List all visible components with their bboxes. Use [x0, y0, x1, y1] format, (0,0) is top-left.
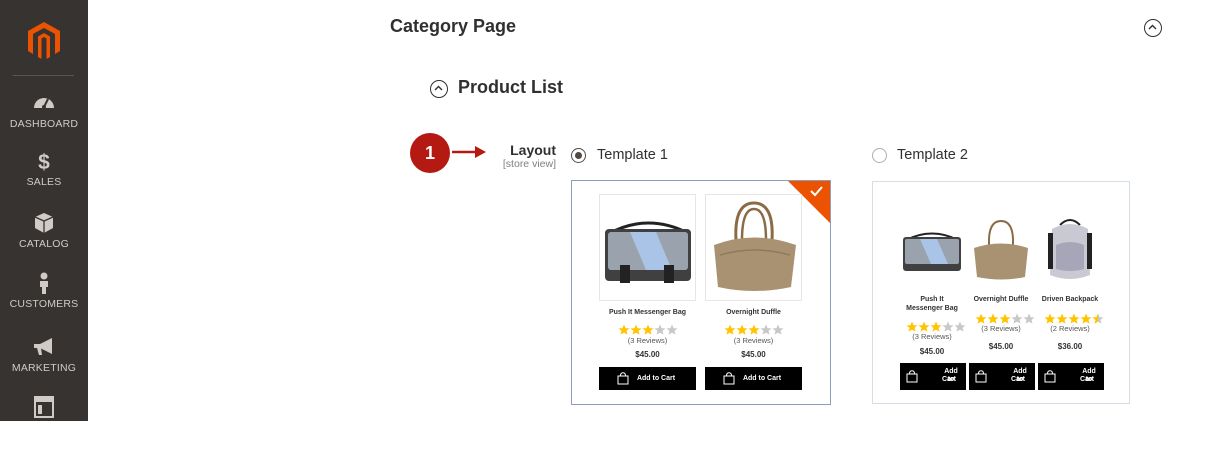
sidebar-item-marketing[interactable]: MARKETING: [0, 336, 88, 396]
product-reviews-link[interactable]: (3 Reviews): [969, 324, 1033, 333]
template-1-radio[interactable]: [571, 148, 586, 163]
product-reviews-link[interactable]: (3 Reviews): [900, 332, 964, 341]
magento-logo-icon[interactable]: [24, 20, 64, 60]
template-2-radio[interactable]: [872, 148, 887, 163]
sidebar-item-customers[interactable]: CUSTOMERS: [0, 272, 88, 332]
sidebar-item-label: SALES: [26, 176, 62, 188]
sidebar-item-label: CUSTOMERS: [9, 298, 79, 310]
product-name[interactable]: Driven Backpack: [1038, 295, 1102, 304]
product-price: $45.00: [741, 350, 766, 359]
sidebar-item-catalog[interactable]: CATALOG: [0, 212, 88, 272]
product-price: $45.00: [635, 350, 660, 359]
shopping-bag-icon: [906, 370, 918, 383]
dollar-icon: $: [38, 151, 50, 172]
add-to-cart-button[interactable]: Add to Cart: [969, 363, 1035, 390]
shopping-bag-icon: [975, 370, 987, 383]
chevron-up-icon[interactable]: [430, 80, 448, 98]
product-image-backpack: [1038, 215, 1102, 287]
sidebar-divider: [13, 75, 74, 76]
add-to-cart-button[interactable]: Add to Cart: [705, 367, 802, 390]
template-2-label[interactable]: Template 2: [897, 147, 968, 163]
shopping-bag-icon: [617, 372, 629, 385]
product-name[interactable]: Overnight Duffle: [705, 308, 802, 317]
arrow-right-icon: [452, 146, 486, 158]
product-price: $45.00: [919, 347, 945, 356]
add-to-cart-label: Add to Cart: [942, 368, 958, 383]
person-icon: [40, 272, 48, 294]
content-icon: [34, 396, 54, 418]
add-to-cart-label: Add to Cart: [742, 375, 782, 382]
sidebar-item-label: CATALOG: [18, 238, 70, 250]
product-price: $45.00: [988, 342, 1014, 351]
product-price: $36.00: [1057, 342, 1083, 351]
subsection-title[interactable]: Product List: [458, 77, 563, 98]
sidebar-item-label: DASHBOARD: [9, 118, 79, 130]
add-to-cart-button[interactable]: Add to Cart: [599, 367, 696, 390]
template-1-label[interactable]: Template 1: [597, 147, 668, 163]
sidebar-item-sales[interactable]: $ SALES: [0, 150, 88, 210]
rating-stars-icon: [975, 313, 1035, 324]
rating-stars-icon: [906, 321, 966, 332]
sidebar-item-dashboard[interactable]: DASHBOARD: [0, 92, 88, 152]
product-reviews-link[interactable]: (2 Reviews): [1038, 324, 1102, 333]
product-image-duffle: [969, 215, 1033, 287]
admin-sidebar: DASHBOARD $ SALES CATALOG CUSTOMERS MARK…: [0, 0, 88, 421]
product-reviews-link[interactable]: (3 Reviews): [599, 336, 696, 345]
product-name[interactable]: Overnight Duffle: [969, 295, 1033, 304]
box-icon: [34, 213, 54, 233]
product-name[interactable]: Push It Messenger Bag: [599, 308, 696, 317]
sidebar-item-label: MARKETING: [11, 362, 77, 374]
add-to-cart-button[interactable]: Add to Cart: [900, 363, 966, 390]
product-reviews-link[interactable]: (3 Reviews): [705, 336, 802, 345]
svg-text:$: $: [38, 151, 50, 172]
product-name[interactable]: Push It Messenger Bag: [900, 295, 964, 313]
add-to-cart-label: Add to Cart: [1080, 368, 1096, 383]
add-to-cart-button[interactable]: Add to Cart: [1038, 363, 1104, 390]
field-label: Layout: [510, 142, 556, 158]
shopping-bag-icon: [1044, 370, 1056, 383]
template-1-preview[interactable]: Push It Messenger Bag (3 Reviews) $45.00…: [571, 180, 831, 405]
add-to-cart-label: Add to Cart: [636, 375, 676, 382]
collapse-chevron-up-icon[interactable]: [1144, 19, 1162, 37]
template-2-preview[interactable]: Push It Messenger Bag (3 Reviews) $45.00…: [872, 181, 1130, 404]
section-title[interactable]: Category Page: [390, 16, 516, 37]
product-image-messenger-bag: [900, 215, 964, 287]
add-to-cart-label: Add to Cart: [1011, 368, 1027, 383]
product-image-messenger-bag: [599, 194, 696, 301]
product-image-duffle: [705, 194, 802, 301]
rating-stars-icon: [1044, 313, 1104, 324]
dashboard-icon: [34, 98, 54, 109]
field-scope: [store view]: [502, 158, 556, 170]
shopping-bag-icon: [723, 372, 735, 385]
sidebar-item-content[interactable]: [0, 396, 88, 456]
megaphone-icon: [34, 338, 52, 355]
rating-stars-icon: [724, 324, 784, 335]
callout-badge: 1: [410, 133, 450, 173]
rating-stars-icon: [618, 324, 678, 335]
